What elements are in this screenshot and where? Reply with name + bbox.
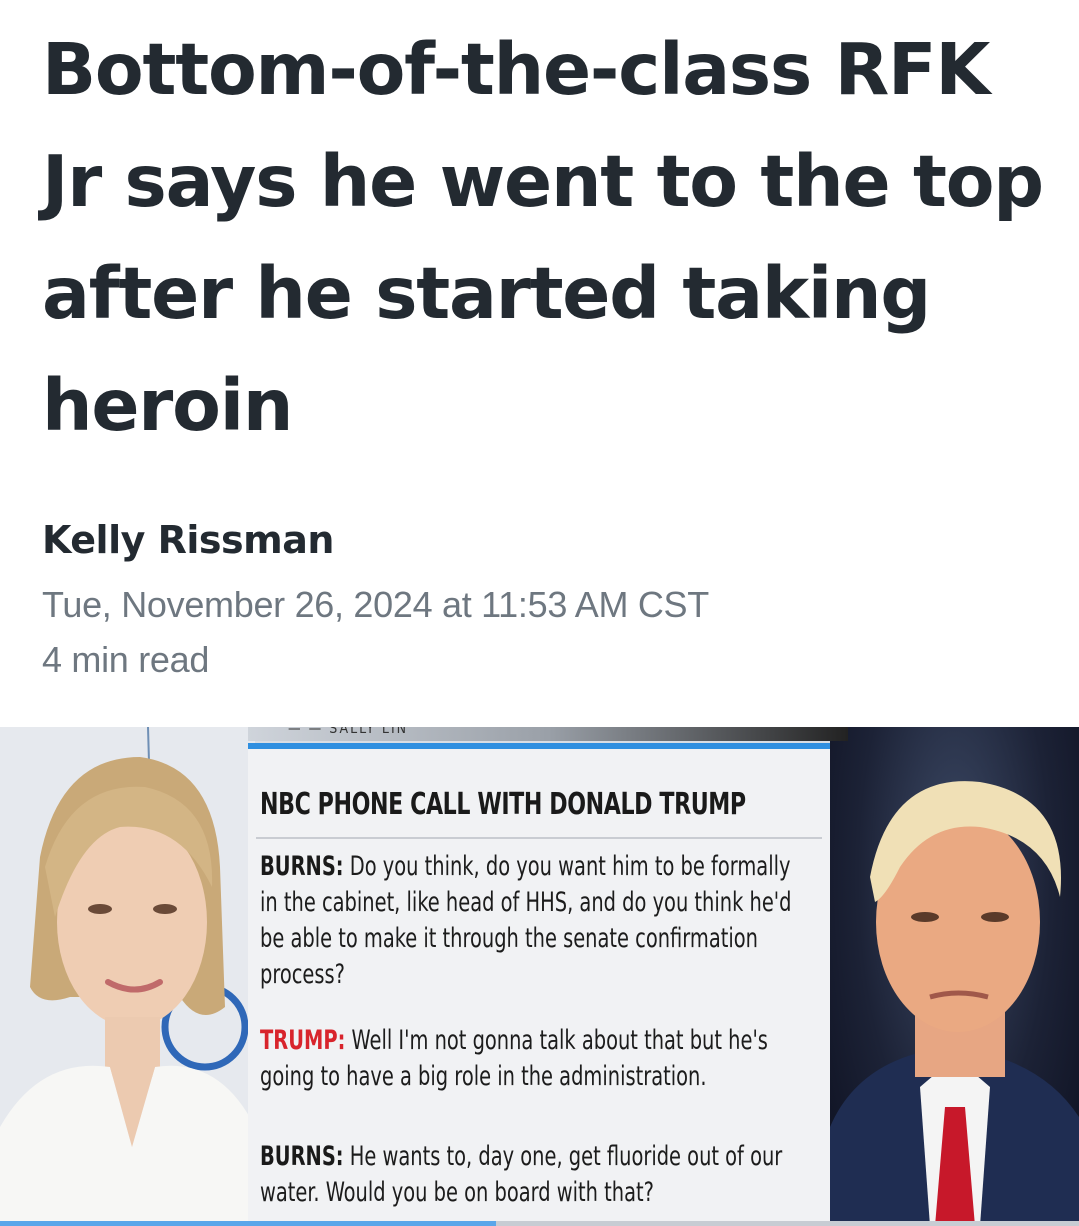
caption-strip: — — SALLY LIN bbox=[248, 727, 848, 741]
author-name[interactable]: Kelly Rissman bbox=[42, 518, 334, 562]
transcript-panel: NBC PHONE CALL WITH DONALD TRUMP BURNS: … bbox=[248, 743, 830, 1223]
speaker-label: BURNS: bbox=[260, 851, 344, 882]
panel-title: NBC PHONE CALL WITH DONALD TRUMP bbox=[260, 787, 746, 822]
article-headline: Bottom-of-the-class RFK Jr says he went … bbox=[42, 28, 1044, 447]
hero-image[interactable]: — — SALLY LIN NBC PHONE CALL WITH DONALD… bbox=[0, 727, 1079, 1226]
man-portrait-photo bbox=[830, 727, 1079, 1226]
quote-trump: TRUMP: Well I'm not gonna talk about tha… bbox=[260, 1023, 804, 1095]
woman-portrait-icon bbox=[0, 727, 255, 1226]
speaker-label: TRUMP: bbox=[260, 1025, 346, 1056]
video-progress-fill bbox=[0, 1221, 497, 1226]
man-portrait-icon bbox=[830, 781, 1079, 1226]
video-progress-bar[interactable] bbox=[0, 1221, 1079, 1226]
publish-date: Tue, November 26, 2024 at 11:53 AM CST bbox=[42, 584, 709, 625]
speaker-label: BURNS: bbox=[260, 1141, 344, 1172]
panel-divider bbox=[256, 837, 822, 839]
quote-burns-1: BURNS: Do you think, do you want him to … bbox=[260, 849, 804, 993]
read-time: 4 min read bbox=[42, 639, 210, 680]
woman-portrait-photo bbox=[0, 727, 255, 1226]
quote-burns-2: BURNS: He wants to, day one, get fluorid… bbox=[260, 1139, 804, 1211]
